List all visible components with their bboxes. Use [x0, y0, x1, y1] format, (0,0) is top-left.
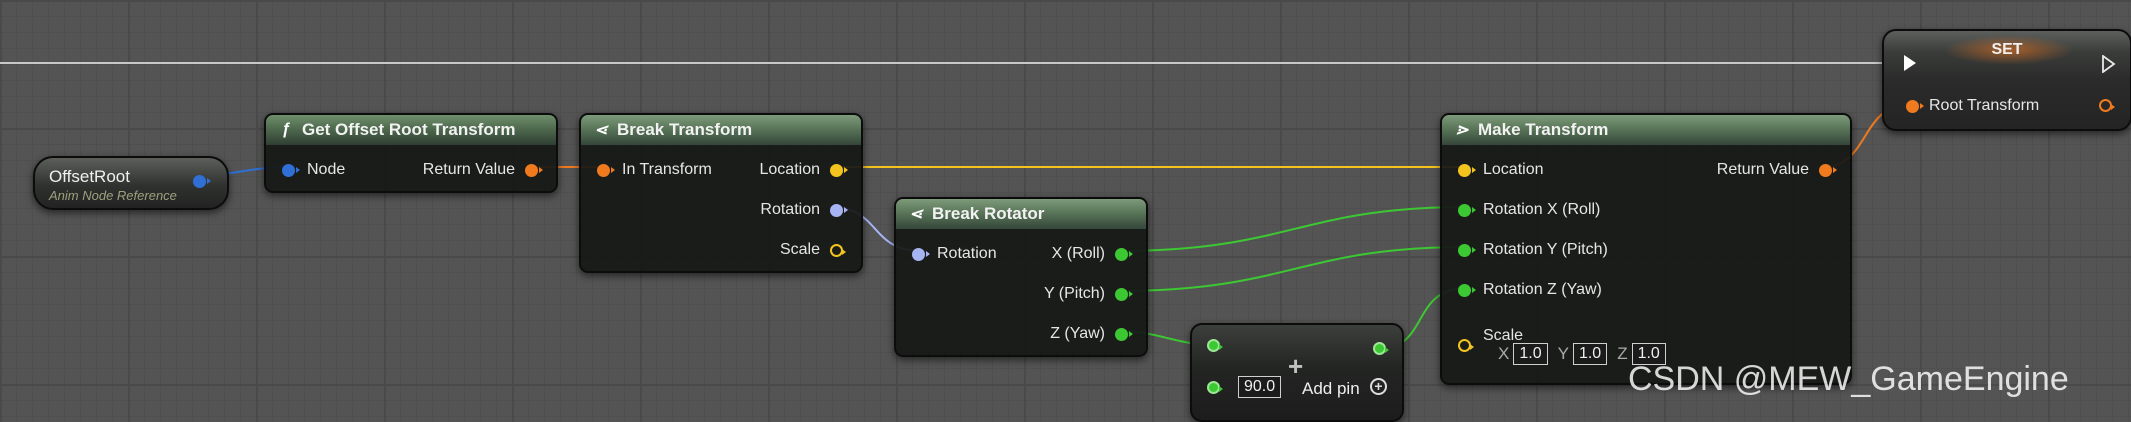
yaw-label: Z (Yaw) — [1050, 325, 1105, 342]
wire-roll — [1116, 206, 1468, 252]
rotation-label: Rotation — [760, 201, 820, 218]
root-transform-label: Root Transform — [1929, 97, 2040, 114]
set-title: SET — [1991, 41, 2023, 58]
add-input-b-pin[interactable] — [1207, 381, 1223, 394]
rotation-in-pin[interactable]: Rotation — [912, 245, 997, 263]
return-value-output-pin[interactable] — [525, 163, 543, 177]
in-transform-pin[interactable]: In Transform — [597, 161, 712, 179]
scale-out-pin[interactable]: Scale — [779, 241, 846, 259]
make-return-output-pin[interactable] — [1819, 163, 1837, 177]
scale-label: Scale — [779, 241, 820, 258]
add-node[interactable]: + 90.0 Add pin + — [1190, 323, 1404, 422]
root-transform-output-pin[interactable] — [2099, 99, 2115, 112]
wire-pitch — [1116, 246, 1468, 292]
scale-x-label: X — [1498, 344, 1510, 363]
rot-x-label: Rotation X (Roll) — [1483, 201, 1601, 218]
scale-y-field[interactable]: 1.0 — [1572, 343, 1608, 365]
make-transform-title: Make Transform — [1478, 120, 1609, 139]
pitch-out-pin[interactable]: Y (Pitch) — [1043, 285, 1133, 303]
add-plus-icon: + — [1288, 351, 1304, 381]
make-location-label: Location — [1483, 161, 1544, 178]
in-transform-input-pin[interactable] — [597, 163, 615, 177]
rot-z-input-pin[interactable] — [1458, 283, 1476, 297]
add-input-a-pin[interactable] — [1207, 339, 1223, 352]
scale-input-pin[interactable] — [1458, 339, 1474, 352]
pitch-output-pin[interactable] — [1115, 287, 1133, 301]
yaw-out-pin[interactable]: Z (Yaw) — [1050, 325, 1133, 343]
offset-root-out-pin[interactable] — [193, 175, 211, 188]
add-value-field[interactable]: 90.0 — [1238, 376, 1282, 398]
location-out-pin[interactable]: Location — [759, 161, 848, 179]
rotation-input-pin[interactable] — [912, 247, 930, 261]
rot-x-input-pin[interactable] — [1458, 203, 1476, 217]
scale-output-pin[interactable] — [830, 243, 846, 257]
add-pin-icon[interactable]: + — [1370, 378, 1387, 395]
set-node[interactable]: SET Root Transform — [1882, 29, 2131, 131]
pitch-label: Y (Pitch) — [1043, 285, 1105, 302]
break-transform-node[interactable]: ⋖ Break Transform In Transform Location … — [579, 113, 863, 273]
break-rotator-header: ⋖ Break Rotator — [896, 199, 1146, 229]
node-input-pin[interactable] — [282, 163, 300, 177]
make-transform-node[interactable]: ⋗ Make Transform Location Return Value R… — [1440, 113, 1852, 385]
get-offset-root-transform-node[interactable]: ƒ Get Offset Root Transform Node Return … — [264, 113, 558, 193]
rot-y-input-pin[interactable] — [1458, 243, 1476, 257]
roll-output-pin[interactable] — [1115, 247, 1133, 261]
rotation-output-pin[interactable] — [830, 203, 848, 217]
rot-y-label: Rotation Y (Pitch) — [1483, 241, 1608, 258]
rotation-out-pin[interactable]: Rotation — [760, 201, 848, 219]
make-transform-header: ⋗ Make Transform — [1442, 115, 1850, 145]
root-transform-in-pin[interactable]: Root Transform — [1906, 97, 2039, 115]
add-pin-label[interactable]: Add pin — [1302, 379, 1360, 399]
make-rot-x-pin[interactable]: Rotation X (Roll) — [1458, 201, 1600, 219]
node-pin-label: Node — [307, 161, 346, 178]
make-rot-y-pin[interactable]: Rotation Y (Pitch) — [1458, 241, 1608, 259]
make-location-input-pin[interactable] — [1458, 163, 1476, 177]
yaw-output-pin[interactable] — [1115, 327, 1133, 341]
make-location-pin[interactable]: Location — [1458, 161, 1544, 179]
make-return-label: Return Value — [1716, 161, 1809, 178]
rot-z-label: Rotation Z (Yaw) — [1483, 281, 1602, 298]
function-icon: ƒ — [281, 121, 291, 138]
scale-label: Scale — [1483, 326, 1524, 344]
get-offset-return-pin[interactable]: Return Value — [422, 161, 543, 179]
break-transform-header: ⋖ Break Transform — [581, 115, 861, 145]
get-offset-header: ƒ Get Offset Root Transform — [266, 115, 556, 145]
location-output-pin[interactable] — [830, 163, 848, 177]
exec-output-pin[interactable] — [2102, 55, 2116, 73]
make-icon: ⋗ — [1455, 122, 1469, 139]
offset-root-subtitle: Anim Node Reference — [49, 188, 177, 203]
scale-z-label: Z — [1617, 344, 1628, 363]
add-output-pin[interactable] — [1373, 342, 1389, 355]
roll-label: X (Roll) — [1051, 245, 1105, 262]
offset-root-node[interactable]: OffsetRoot Anim Node Reference — [33, 156, 229, 210]
return-value-label: Return Value — [422, 161, 515, 178]
make-return-pin[interactable]: Return Value — [1716, 161, 1837, 179]
root-transform-input-pin[interactable] — [1906, 99, 1924, 113]
break-icon: ⋖ — [909, 206, 923, 223]
get-offset-node-pin[interactable]: Node — [282, 161, 345, 179]
scale-x-field[interactable]: 1.0 — [1513, 343, 1548, 365]
rotation-in-label: Rotation — [937, 245, 997, 262]
offset-root-title: OffsetRoot — [49, 167, 130, 186]
make-rot-z-pin[interactable]: Rotation Z (Yaw) — [1458, 281, 1602, 299]
break-rotator-title: Break Rotator — [932, 204, 1045, 223]
break-transform-title: Break Transform — [617, 120, 753, 139]
get-offset-title: Get Offset Root Transform — [302, 120, 516, 139]
break-rotator-node[interactable]: ⋖ Break Rotator Rotation X (Roll) Y (Pit… — [894, 197, 1148, 357]
watermark: CSDN @MEW_GameEngine — [1628, 360, 2069, 398]
location-label: Location — [759, 161, 821, 178]
roll-out-pin[interactable]: X (Roll) — [1051, 245, 1133, 263]
break-icon: ⋖ — [594, 122, 608, 139]
exec-input-pin[interactable] — [1904, 55, 1916, 71]
in-transform-label: In Transform — [622, 161, 712, 178]
scale-y-label: Y — [1557, 344, 1569, 363]
